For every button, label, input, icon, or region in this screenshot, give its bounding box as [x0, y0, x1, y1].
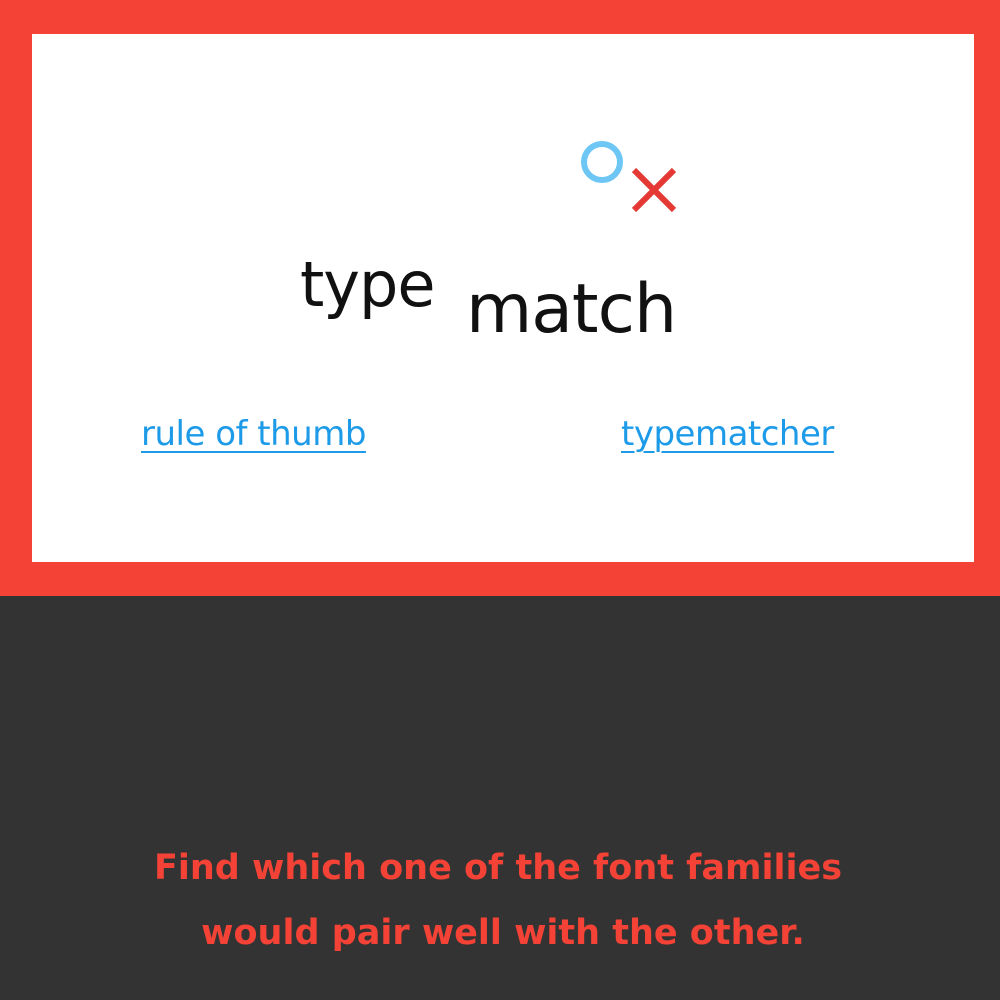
tagline-line-2: would pair well with the other. [201, 913, 805, 953]
tagline: Find which one of the font families woul… [0, 836, 1000, 966]
circle-icon [581, 141, 623, 183]
tagline-line-1: Find which one of the font families [153, 848, 843, 888]
logo-word-type: type [300, 248, 436, 321]
o-x-icon [581, 141, 677, 213]
typematcher-link[interactable]: typematcher [621, 414, 834, 454]
logo-wordmark: type match [298, 250, 718, 360]
logo-word-match: match [466, 270, 677, 349]
rule-of-thumb-link[interactable]: rule of thumb [141, 414, 366, 454]
